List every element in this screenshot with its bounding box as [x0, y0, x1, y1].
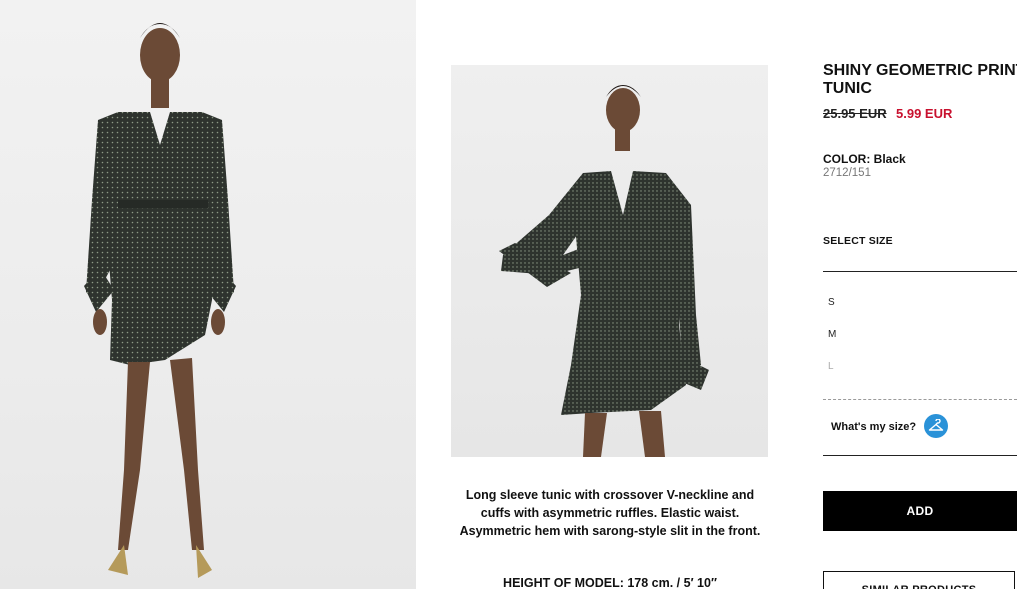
- add-to-cart-button[interactable]: ADD: [823, 491, 1017, 531]
- select-size-label: SELECT SIZE: [823, 235, 893, 247]
- product-photo-secondary[interactable]: [451, 65, 768, 457]
- model-figure-secondary: [499, 85, 709, 457]
- whats-my-size-link[interactable]: What's my size?: [831, 421, 916, 433]
- similar-products-button[interactable]: SIMILAR PRODUCTS: [823, 571, 1015, 589]
- product-info-panel: SHINY GEOMETRIC PRINT TUNIC 25.95 EUR 5.…: [823, 0, 1017, 589]
- product-description: Long sleeve tunic with crossover V-neckl…: [459, 488, 761, 538]
- divider-size-top: [823, 271, 1017, 272]
- product-title: SHINY GEOMETRIC PRINT TUNIC: [823, 62, 1017, 98]
- color-value: Black: [873, 152, 906, 166]
- hanger-icon[interactable]: [924, 414, 948, 438]
- divider-size-bottom: [823, 455, 1017, 456]
- model-height: HEIGHT OF MODEL: 178 cm. / 5′ 10″: [503, 576, 717, 590]
- product-title-line1: SHINY GEOMETRIC PRINT: [823, 62, 1017, 79]
- sale-price: 5.99 EUR: [896, 106, 953, 121]
- color-row: COLOR: Black: [823, 152, 906, 166]
- model-figure-main: [84, 23, 236, 578]
- product-title-line2: TUNIC: [823, 80, 872, 97]
- product-reference: 2712/151: [823, 167, 871, 179]
- size-option-s[interactable]: S: [828, 297, 835, 308]
- size-option-m[interactable]: M: [828, 329, 836, 340]
- original-price: 25.95 EUR: [823, 106, 887, 121]
- product-photo-main[interactable]: [0, 0, 416, 589]
- color-label: COLOR:: [823, 152, 871, 166]
- size-option-l[interactable]: L: [828, 361, 834, 372]
- divider-dashed: [823, 399, 1017, 400]
